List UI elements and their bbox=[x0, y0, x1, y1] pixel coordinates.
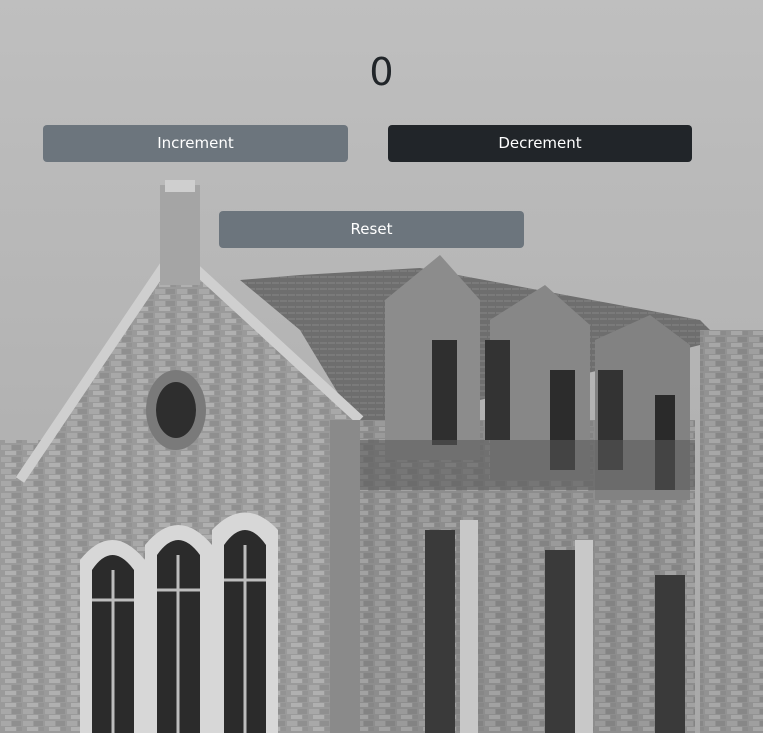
app-viewport: 0 Increment Decrement Reset bbox=[0, 0, 763, 733]
building-photo-background bbox=[0, 0, 763, 733]
reset-button[interactable]: Reset bbox=[219, 211, 524, 248]
decrement-button[interactable]: Decrement bbox=[388, 125, 692, 162]
increment-button[interactable]: Increment bbox=[43, 125, 348, 162]
counter-value: 0 bbox=[369, 50, 394, 94]
